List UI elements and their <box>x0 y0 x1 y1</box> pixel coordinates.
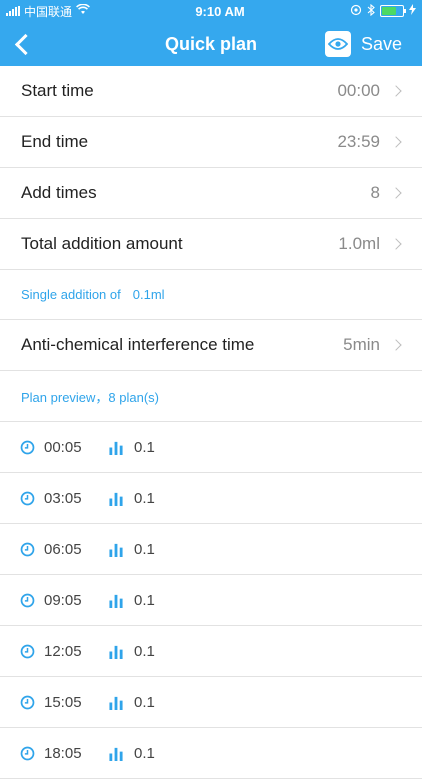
plan-amount: 0.1 <box>134 744 155 762</box>
list-item: 12:05 0.1 <box>0 626 422 677</box>
clock-icon <box>20 542 35 556</box>
row-value: 5min <box>343 335 380 354</box>
settings-list: Start time 00:00 End time 23:59 Add time… <box>0 66 422 270</box>
bar-chart-icon <box>109 645 123 659</box>
status-right <box>350 3 416 19</box>
chevron-right-icon <box>390 187 402 199</box>
chevron-right-icon <box>390 238 402 250</box>
list-item: 15:05 0.1 <box>0 677 422 728</box>
charging-icon <box>408 4 416 18</box>
list-item: 09:05 0.1 <box>0 575 422 626</box>
bar-chart-icon <box>109 747 123 761</box>
clock-icon <box>20 593 35 607</box>
orientation-lock-icon <box>350 4 362 19</box>
chevron-right-icon <box>390 136 402 148</box>
row-value: 00:00 <box>337 81 380 100</box>
plan-amount: 0.1 <box>134 642 155 660</box>
preview-eye-button[interactable] <box>324 31 351 57</box>
plan-time: 03:05 <box>44 489 82 507</box>
plan-amount: 0.1 <box>134 693 155 711</box>
clock-icon <box>20 695 35 709</box>
row-label: End time <box>21 132 89 151</box>
list-item: 18:05 0.1 <box>0 728 422 779</box>
bar-chart-icon <box>109 696 123 710</box>
header: 中国联通 9:10 AM Quick plan Save <box>0 0 422 66</box>
single-addition-value: 0.1ml <box>132 287 165 302</box>
plan-time: 09:05 <box>44 591 82 609</box>
save-button[interactable]: Save <box>361 34 402 55</box>
single-addition-note: Single addition of 0.1ml <box>0 270 422 320</box>
plan-time: 00:05 <box>44 438 82 456</box>
chevron-right-icon <box>390 339 402 351</box>
chevron-right-icon <box>390 85 402 97</box>
nav-bar: Quick plan Save <box>0 22 422 66</box>
total-amount-row[interactable]: Total addition amount 1.0ml <box>0 219 422 270</box>
end-time-row[interactable]: End time 23:59 <box>0 117 422 168</box>
status-time: 9:10 AM <box>195 3 245 19</box>
signal-icon <box>6 6 20 16</box>
plan-amount: 0.1 <box>134 438 155 456</box>
clock-icon <box>20 644 35 658</box>
row-label: Anti-chemical interference time <box>21 335 255 354</box>
row-value: 23:59 <box>337 132 380 151</box>
clock-icon <box>20 491 35 505</box>
bar-chart-icon <box>109 492 123 506</box>
list-item: 00:05 0.1 <box>0 422 422 473</box>
clock-icon <box>20 746 35 760</box>
row-label: Total addition amount <box>21 234 183 253</box>
row-label: Add times <box>21 183 97 202</box>
plan-amount: 0.1 <box>134 489 155 507</box>
battery-icon <box>379 5 406 17</box>
plan-preview-heading: Plan preview，8 plan(s) <box>0 371 422 422</box>
bluetooth-icon <box>367 3 375 19</box>
list-item: 06:05 0.1 <box>0 524 422 575</box>
anti-interference-row[interactable]: Anti-chemical interference time 5min <box>0 320 422 371</box>
add-times-row[interactable]: Add times 8 <box>0 168 422 219</box>
chevron-left-icon <box>14 33 36 55</box>
plan-time: 15:05 <box>44 693 82 711</box>
nav-actions: Save <box>324 31 422 57</box>
plan-time: 06:05 <box>44 540 82 558</box>
status-left: 中国联通 <box>6 3 90 20</box>
bar-chart-icon <box>109 543 123 557</box>
list-item: 03:05 0.1 <box>0 473 422 524</box>
plan-preview-title: Plan preview，8 plan(s) <box>21 389 160 405</box>
plan-amount: 0.1 <box>134 540 155 558</box>
plan-time: 12:05 <box>44 642 82 660</box>
plan-list: 00:05 0.1 03:05 0.1 06:05 0.1 09:05 0.1 … <box>0 422 422 779</box>
start-time-row[interactable]: Start time 00:00 <box>0 66 422 117</box>
row-value: 1.0ml <box>338 234 380 253</box>
status-bar: 中国联通 9:10 AM <box>0 0 422 22</box>
row-value: 8 <box>370 183 380 202</box>
bar-chart-icon <box>109 594 123 608</box>
clock-icon <box>20 440 35 454</box>
bar-chart-icon <box>109 441 123 455</box>
wifi-icon <box>76 3 90 18</box>
single-addition-label: Single addition of <box>21 287 121 302</box>
battery-fill <box>381 7 396 15</box>
plan-amount: 0.1 <box>134 591 155 609</box>
row-label: Start time <box>21 81 94 100</box>
plan-time: 18:05 <box>44 744 82 762</box>
back-button[interactable] <box>2 22 42 66</box>
carrier-label: 中国联通 <box>24 4 73 19</box>
eye-icon <box>327 38 348 50</box>
